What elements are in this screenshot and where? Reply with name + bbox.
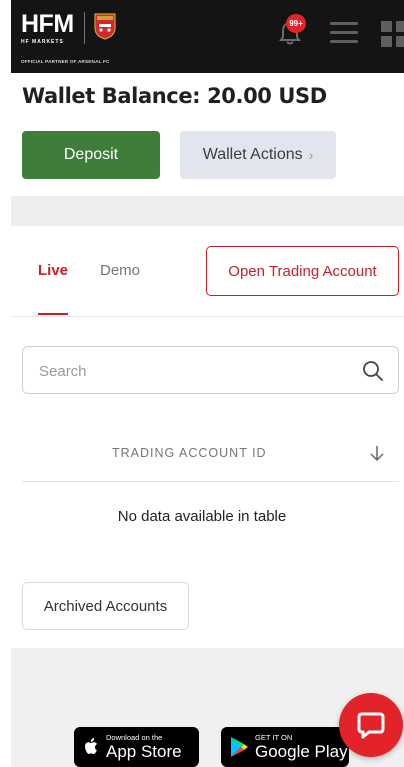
apple-icon [85, 738, 97, 754]
chevron-right-icon: › [308, 147, 314, 163]
search-icon[interactable] [362, 360, 384, 382]
wallet-balance: Wallet Balance: 20.00 USD [22, 84, 327, 108]
search-input[interactable] [39, 359, 339, 383]
logo-text: HFM [21, 10, 74, 38]
tabs-divider [11, 316, 404, 317]
archived-accounts-button[interactable]: Archived Accounts [22, 582, 189, 630]
google-play-small-text: GET IT ON [255, 733, 293, 743]
google-play-icon [231, 737, 248, 757]
notification-badge: 99+ [286, 14, 306, 33]
open-account-label: Open Trading Account [228, 262, 377, 280]
arsenal-crest-icon [94, 13, 116, 40]
wallet-actions-button[interactable]: Wallet Actions › [180, 131, 336, 179]
logo-subtitle: HF MARKETS [21, 39, 64, 45]
sort-arrow-down-icon[interactable] [368, 444, 386, 462]
table-header-divider [22, 481, 399, 482]
tab-live[interactable]: Live [38, 262, 68, 279]
app-store-badge[interactable]: Download on the App Store [74, 727, 199, 767]
tab-demo[interactable]: Demo [100, 262, 140, 279]
logo-divider [84, 12, 85, 44]
hamburger-menu-icon[interactable] [330, 22, 358, 44]
app-store-small-text: Download on the [106, 733, 163, 743]
archived-label: Archived Accounts [43, 597, 168, 615]
section-divider-band [11, 196, 404, 226]
partner-text: OFFICIAL PARTNER OF ARSENAL FC [21, 59, 110, 64]
app-store-big-text: App Store [106, 741, 182, 761]
active-tab-indicator [38, 313, 68, 315]
wallet-actions-label: Wallet Actions [202, 146, 303, 163]
chat-button[interactable] [339, 693, 403, 757]
chat-bubble-icon [357, 712, 385, 739]
apps-grid-icon[interactable] [381, 21, 404, 47]
google-play-badge[interactable]: GET IT ON Google Play [221, 727, 349, 767]
hfm-logo[interactable]: HFM HF MARKETS OFFICIAL PARTNER OF ARSEN… [21, 10, 109, 65]
deposit-label: Deposit [63, 146, 119, 163]
google-play-big-text: Google Play [255, 741, 348, 761]
deposit-button[interactable]: Deposit [22, 131, 160, 179]
table-empty-message: No data available in table [117, 508, 287, 525]
search-box [22, 346, 399, 394]
column-header-trading-account-id[interactable]: TRADING ACCOUNT ID [112, 446, 267, 460]
open-trading-account-button[interactable]: Open Trading Account [206, 246, 399, 296]
top-header: HFM HF MARKETS OFFICIAL PARTNER OF ARSEN… [11, 0, 404, 73]
